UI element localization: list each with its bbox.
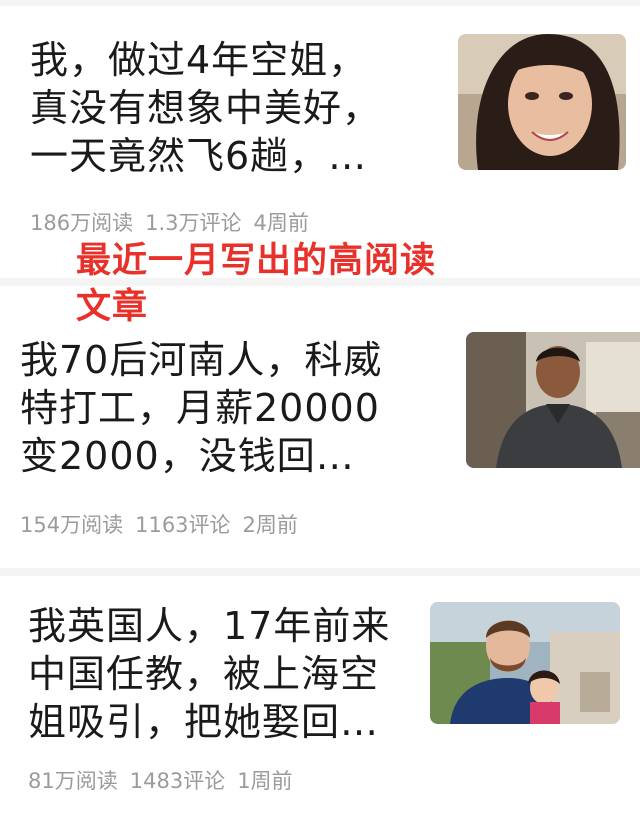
article-title[interactable]: 我英国人，17年前来 中国任教，被上海空 姐吸引，把她娶回…	[28, 602, 428, 746]
read-count: 154万阅读	[20, 513, 124, 537]
article-title[interactable]: 我，做过4年空姐， 真没有想象中美好， 一天竟然飞6趟，…	[30, 36, 440, 180]
read-count: 81万阅读	[28, 769, 118, 793]
article-thumbnail[interactable]	[458, 34, 626, 170]
article-thumbnail[interactable]	[466, 332, 640, 468]
read-count: 186万阅读	[30, 211, 134, 235]
woman-portrait-image	[458, 34, 626, 170]
man-at-table-image	[466, 332, 640, 468]
comment-count: 1.3万评论	[145, 211, 242, 235]
article-meta: 154万阅读 1163评论 2周前	[20, 512, 310, 538]
article-card-1[interactable]: 我，做过4年空姐， 真没有想象中美好， 一天竟然飞6趟，… 186万阅读 1.3万…	[0, 6, 640, 276]
father-and-child-image	[430, 602, 620, 724]
overlay-annotation: 最近一月写出的高阅读 文章	[76, 241, 437, 327]
publish-time: 4周前	[253, 211, 309, 235]
comment-count: 1483评论	[129, 769, 226, 793]
article-card-3[interactable]: 我英国人，17年前来 中国任教，被上海空 姐吸引，把她娶回… 81万阅读 1483…	[0, 576, 640, 823]
publish-time: 2周前	[242, 513, 298, 537]
article-meta: 81万阅读 1483评论 1周前	[28, 768, 305, 794]
article-thumbnail[interactable]	[430, 602, 620, 724]
article-title[interactable]: 我70后河南人，科威 特打工，月薪20000 变2000，没钱回…	[20, 336, 450, 480]
publish-time: 1周前	[237, 769, 293, 793]
comment-count: 1163评论	[135, 513, 231, 537]
separator	[0, 568, 640, 576]
article-meta: 186万阅读 1.3万评论 4周前	[30, 210, 321, 236]
